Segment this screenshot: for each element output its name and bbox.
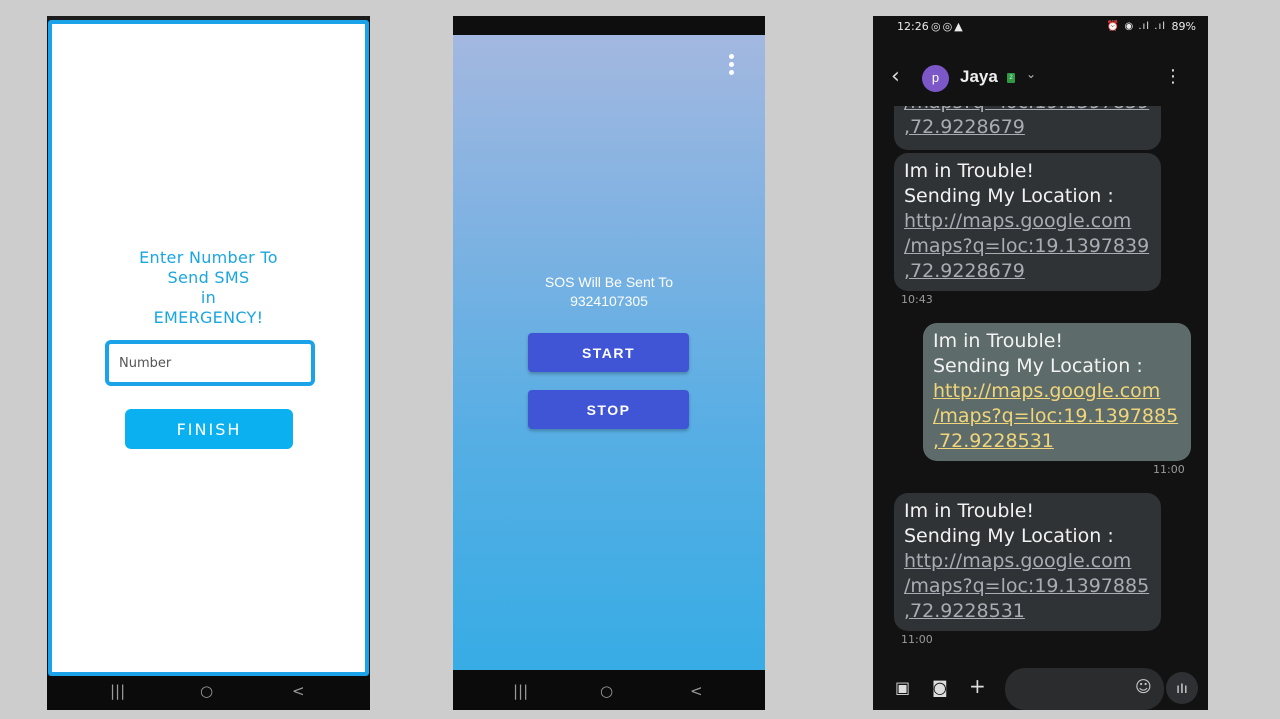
heading-line: EMERGENCY!: [153, 308, 264, 327]
message-text: Sending My Location :: [904, 525, 1114, 547]
notification-icons: ◎◎▲: [931, 20, 965, 33]
message-composer: ▣ ◙ + ☺ ıIı: [873, 666, 1208, 710]
back-arrow-icon[interactable]: ‹: [891, 64, 900, 89]
stop-button[interactable]: STOP: [528, 390, 689, 429]
message-timestamp: 11:00: [1153, 463, 1185, 476]
outgoing-message[interactable]: Im in Trouble! Sending My Location : htt…: [923, 323, 1191, 461]
message-text: Sending My Location :: [904, 185, 1114, 207]
start-button[interactable]: START: [528, 333, 689, 372]
more-options-icon[interactable]: ⋮: [1164, 66, 1182, 87]
recents-nav-button[interactable]: |||: [110, 682, 125, 700]
avatar[interactable]: p: [922, 65, 949, 92]
status-bar: [453, 16, 765, 35]
location-link[interactable]: ,72.9228531: [933, 429, 1181, 454]
incoming-message[interactable]: Im in Trouble! Sending My Location : htt…: [894, 153, 1161, 291]
emoji-icon[interactable]: ☺: [1135, 677, 1152, 696]
status-bar: 12:26 ◎◎▲ ⏰ ◉ .ıl .ıl 89%: [873, 16, 1208, 38]
emergency-heading: Enter Number To Send SMS in EMERGENCY!: [52, 248, 365, 328]
message-list: /maps?q=loc:19.1397839 ,72.9228679 Im in…: [873, 106, 1208, 666]
status-time: 12:26: [897, 20, 929, 33]
back-nav-button[interactable]: <: [292, 682, 305, 700]
heading-line: Enter Number To: [139, 248, 278, 267]
location-link[interactable]: /maps?q=loc:19.1397839: [904, 234, 1151, 259]
location-link[interactable]: ,72.9228679: [904, 259, 1151, 284]
navigation-bar: ||| ○ <: [453, 676, 765, 710]
message-timestamp: 11:00: [901, 633, 933, 646]
setup-screen: Enter Number To Send SMS in EMERGENCY! F…: [48, 20, 369, 676]
add-icon[interactable]: +: [969, 674, 986, 698]
message-text: Im in Trouble!: [933, 330, 1064, 352]
sim-badge-icon: 2: [1007, 73, 1015, 83]
message-text: Im in Trouble!: [904, 500, 1035, 522]
sos-number: 9324107305: [570, 293, 648, 309]
message-text: Im in Trouble!: [904, 160, 1035, 182]
location-link[interactable]: /maps?q=loc:19.1397885: [904, 574, 1151, 599]
camera-icon[interactable]: ◙: [932, 678, 948, 697]
heading-line: in: [200, 288, 217, 307]
sos-label: SOS Will Be Sent To: [544, 274, 674, 290]
incoming-message[interactable]: Im in Trouble! Sending My Location : htt…: [894, 493, 1161, 631]
chevron-down-icon[interactable]: ⌄: [1026, 67, 1036, 81]
finish-button[interactable]: FINISH: [125, 409, 293, 449]
overflow-menu-icon[interactable]: [729, 54, 735, 78]
phone-setup-screen: Enter Number To Send SMS in EMERGENCY! F…: [47, 16, 370, 710]
navigation-bar: ||| ○ <: [47, 676, 370, 710]
sos-info: SOS Will Be Sent To 9324107305: [453, 273, 765, 311]
location-link[interactable]: /maps?q=loc:19.1397839: [904, 106, 1151, 115]
phone-sos-screen: SOS Will Be Sent To 9324107305 START STO…: [453, 16, 765, 710]
conversation-header: ‹ p Jaya 2 ⌄ ⋮: [873, 56, 1208, 100]
sos-screen: SOS Will Be Sent To 9324107305 START STO…: [453, 35, 765, 670]
back-nav-button[interactable]: <: [690, 682, 703, 700]
message-timestamp: 10:43: [901, 293, 933, 306]
phone-messages-screen: 12:26 ◎◎▲ ⏰ ◉ .ıl .ıl 89% ‹ p Jaya 2 ⌄ ⋮…: [873, 16, 1208, 710]
location-link[interactable]: http://maps.google.com: [904, 549, 1151, 574]
heading-line: Send SMS: [167, 268, 250, 287]
home-nav-button[interactable]: ○: [200, 682, 213, 700]
home-nav-button[interactable]: ○: [600, 682, 613, 700]
contact-name[interactable]: Jaya: [960, 67, 998, 87]
location-link[interactable]: ,72.9228679: [904, 115, 1151, 140]
location-link[interactable]: /maps?q=loc:19.1397885: [933, 404, 1181, 429]
location-link[interactable]: http://maps.google.com: [904, 209, 1151, 234]
message-text: Sending My Location :: [933, 355, 1143, 377]
incoming-message[interactable]: /maps?q=loc:19.1397839 ,72.9228679: [894, 106, 1161, 150]
battery-level: 89%: [1171, 20, 1196, 33]
location-link[interactable]: http://maps.google.com: [933, 379, 1181, 404]
voice-icon[interactable]: ıIı: [1166, 672, 1198, 704]
recents-nav-button[interactable]: |||: [513, 682, 528, 700]
location-link[interactable]: ,72.9228531: [904, 599, 1151, 624]
signal-icons: ⏰ ◉ .ıl .ıl: [1106, 21, 1166, 32]
gallery-icon[interactable]: ▣: [895, 678, 910, 697]
number-input[interactable]: [105, 340, 315, 386]
